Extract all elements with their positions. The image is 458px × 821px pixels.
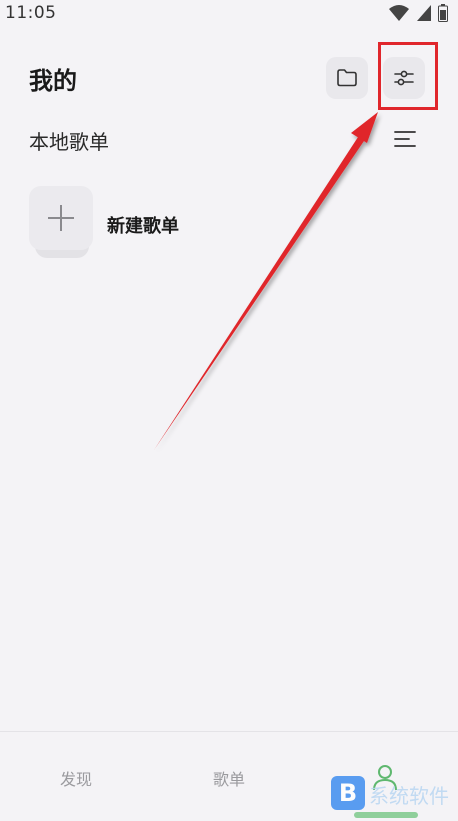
annotation-highlight-box [378,42,438,110]
tab-discover[interactable]: 发现 [0,732,152,821]
status-bar: 11:05 [0,0,458,28]
battery-icon [438,4,448,22]
status-icons [388,4,448,22]
folder-button[interactable] [326,57,368,99]
watermark-logo: B [331,776,365,810]
signal-icon [417,5,431,21]
status-time: 11:05 [5,3,57,23]
tab-playlists[interactable]: 歌单 [153,732,305,821]
tab-discover-label: 发现 [59,770,92,789]
wifi-icon [389,5,409,21]
sort-lines-icon [394,131,416,147]
watermark-text: 系统软件 [369,784,449,808]
page-title: 我的 [29,67,77,95]
watermark: B 系统软件 [331,772,458,814]
tab-playlists-label: 歌单 [212,770,245,789]
section-title: 本地歌单 [29,130,109,154]
sort-button[interactable] [390,126,420,152]
new-playlist-cover [29,186,93,250]
plus-icon [48,205,74,231]
new-playlist-item[interactable]: 新建歌单 [29,186,289,258]
annotation-arrow [154,112,378,450]
new-playlist-label: 新建歌单 [107,216,179,237]
folder-icon [337,69,357,87]
